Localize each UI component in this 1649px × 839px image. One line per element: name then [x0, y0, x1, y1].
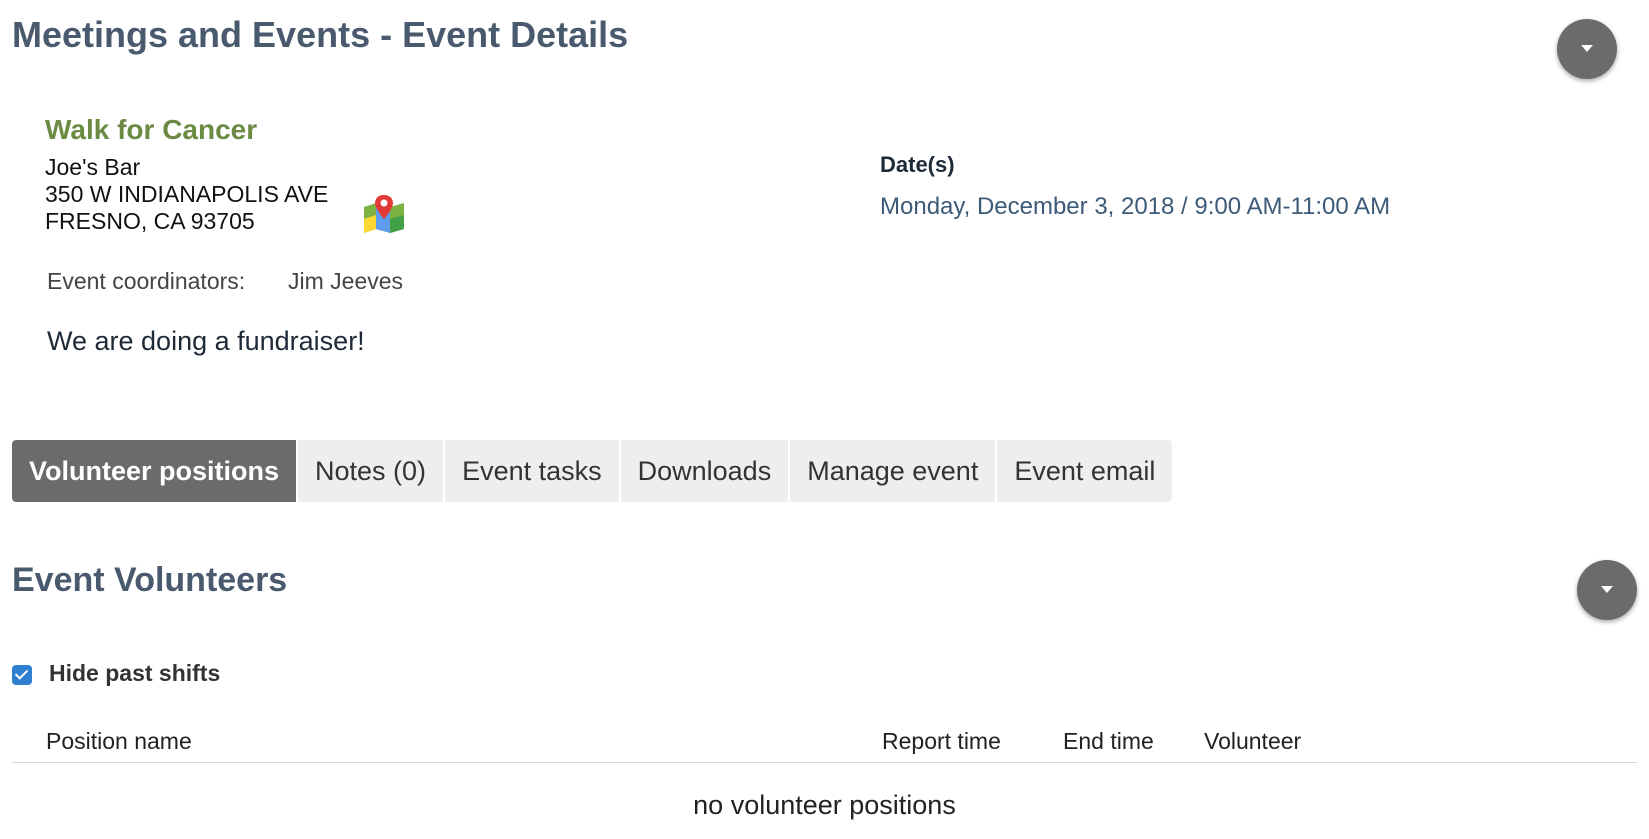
coordinators-label: Event coordinators: — [47, 268, 246, 294]
map-pin-icon[interactable] — [362, 193, 406, 233]
tab-notes[interactable]: Notes (0) — [298, 440, 444, 502]
table-divider — [12, 762, 1637, 763]
address-line-1: 350 W INDIANAPOLIS AVE — [45, 181, 329, 207]
check-icon — [14, 666, 29, 680]
column-header-report-time: Report time — [882, 728, 1001, 754]
event-options-button[interactable] — [1557, 19, 1617, 79]
dates-value: Monday, December 3, 2018 / 9:00 AM-11:00… — [880, 193, 1391, 220]
column-header-end-time: End time — [1063, 728, 1154, 754]
page-title: Meetings and Events - Event Details — [12, 14, 629, 55]
hide-past-shifts-label[interactable]: Hide past shifts — [49, 660, 220, 687]
tab-volunteer-positions[interactable]: Volunteer positions — [12, 440, 297, 502]
tab-event-tasks[interactable]: Event tasks — [445, 440, 619, 502]
coordinators-value: Jim Jeeves — [288, 268, 404, 294]
tab-event-email[interactable]: Event email — [997, 440, 1173, 502]
empty-state-message: no volunteer positions — [693, 790, 956, 820]
venue-name: Joe's Bar — [45, 154, 141, 180]
event-name: Walk for Cancer — [45, 114, 258, 145]
volunteers-options-button[interactable] — [1577, 560, 1637, 620]
column-header-volunteer: Volunteer — [1204, 728, 1302, 754]
tab-manage-event[interactable]: Manage event — [790, 440, 996, 502]
event-tabs: Volunteer positions Notes (0) Event task… — [12, 440, 1173, 502]
event-description: We are doing a fundraiser! — [47, 326, 365, 356]
column-header-position-name: Position name — [46, 728, 192, 754]
chevron-down-icon — [1581, 45, 1593, 52]
tab-downloads[interactable]: Downloads — [620, 440, 789, 502]
hide-past-shifts-checkbox[interactable] — [12, 665, 32, 685]
dates-label: Date(s) — [880, 152, 955, 177]
address-line-2: FRESNO, CA 93705 — [45, 208, 255, 234]
section-title: Event Volunteers — [12, 561, 288, 599]
chevron-down-icon — [1601, 586, 1613, 593]
